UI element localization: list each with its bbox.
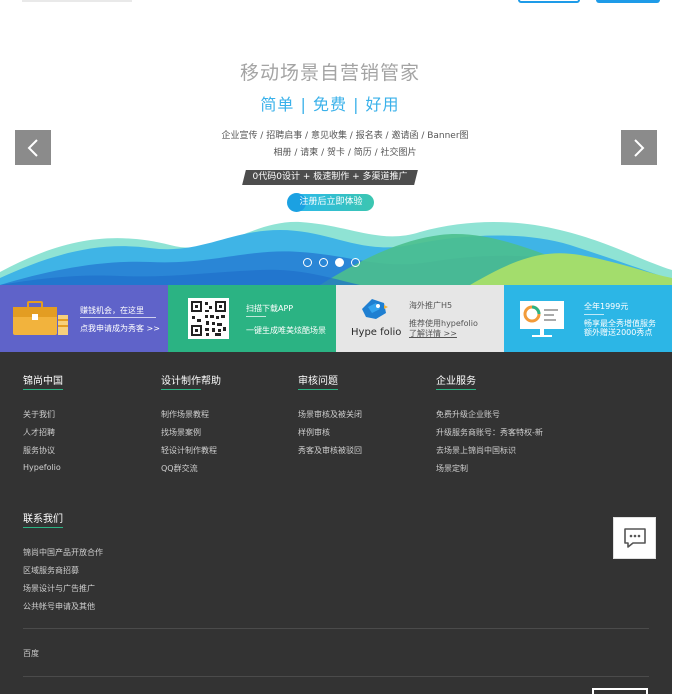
site-footer: 锦尚中国 关于我们 人才招聘 服务协议 Hypefolio 设计制作帮助 制作场… <box>0 352 672 694</box>
carousel-next-button[interactable] <box>621 130 657 165</box>
promo-download-app[interactable]: 扫描下载APP 一键生成唯美炫酷场景 <box>168 285 336 352</box>
footer-link-remove-logo[interactable]: 去场景上锦尚中国标识 <box>436 445 516 456</box>
footer-link-light-design[interactable]: 轻设计制作教程 <box>161 445 217 456</box>
footer-link-about-us[interactable]: 关于我们 <box>23 409 55 420</box>
footer-link-public-account[interactable]: 公共帐号申请及其他 <box>23 601 95 612</box>
chat-bubble-icon <box>623 528 646 548</box>
footer-link-hypefolio[interactable]: Hypefolio <box>23 463 61 472</box>
promo-4-line-1: 全年1999元 <box>584 302 629 311</box>
promo-3-learn-more-link[interactable]: 了解详情 >> <box>409 328 457 339</box>
scrollbar-gutter[interactable] <box>672 0 678 694</box>
footer-link-upgrade-provider[interactable]: 升级服务商账号：秀客特权-新 <box>436 427 543 438</box>
promo-2-line-1: 扫描下载APP <box>246 304 294 313</box>
footer-badge <box>592 688 648 696</box>
footer-link-provider-recruit[interactable]: 区域服务商招募 <box>23 565 79 576</box>
footer-link-qq-group[interactable]: QQ群交流 <box>161 463 198 474</box>
chevron-right-icon <box>634 138 645 157</box>
footer-link-upgrade-enterprise[interactable]: 免费升级企业账号 <box>436 409 500 420</box>
footer-col-about-title: 锦尚中国 <box>23 372 63 390</box>
footer-link-tutorial[interactable]: 制作场景教程 <box>161 409 209 420</box>
hero-banner: 移动场景自营销管家 简单 | 免费 | 好用 企业宣传 / 招聘启事 / 意见收… <box>0 0 672 285</box>
signup-button[interactable] <box>596 0 660 3</box>
promo-4-divider <box>584 314 604 315</box>
carousel-prev-button[interactable] <box>15 130 51 165</box>
promo-1-line-1: 赚钱机会，在这里 <box>80 306 144 315</box>
footer-link-cases[interactable]: 找场景案例 <box>161 427 201 438</box>
footer-link-terms[interactable]: 服务协议 <box>23 445 55 456</box>
promo-3-line-1: 海外推广H5 <box>409 301 453 310</box>
promo-1-line-2: 点我申请成为秀客 >> <box>80 324 160 333</box>
hypefolio-logo-text: Hype folio <box>351 327 402 338</box>
footer-col-enterprise-title: 企业服务 <box>436 372 476 390</box>
chevron-left-icon <box>27 138 38 157</box>
footer-link-design-ads[interactable]: 场景设计与广告推广 <box>23 583 95 594</box>
footer-contact-title: 联系我们 <box>23 510 63 528</box>
promo-annual-plan[interactable]: 全年1999元 畅享最全秀增值服务 额外赠送2000秀点 <box>504 285 672 352</box>
chart-screen-icon <box>520 301 564 337</box>
promo-1-divider <box>80 317 156 318</box>
footer-divider-bottom <box>23 676 649 677</box>
carousel-dot-active[interactable] <box>335 258 344 267</box>
hero-tagline: 0代码0设计 + 极速制作 + 多渠道推广 <box>242 170 418 185</box>
wave-illustration <box>0 221 672 285</box>
promo-2-line-2: 一键生成唯美炫酷场景 <box>246 326 326 335</box>
chat-support-button[interactable] <box>613 517 656 559</box>
footer-link-careers[interactable]: 人才招聘 <box>23 427 55 438</box>
promo-become-xiuke[interactable]: 赚钱机会，在这里 点我申请成为秀客 >> <box>0 285 168 352</box>
footer-col-review-title: 审核问题 <box>298 372 338 390</box>
site-logo[interactable] <box>22 0 132 2</box>
footer-link-open-cooperation[interactable]: 锦尚中国产品开放合作 <box>23 547 103 558</box>
footer-link-review-rejected[interactable]: 秀客及审核被驳回 <box>298 445 362 456</box>
footer-divider <box>23 628 649 629</box>
hero-features-line-1: 企业宣传 / 招聘启事 / 意见收集 / 报名表 / 邀请函 / Banner图 <box>221 131 469 141</box>
qr-code-icon <box>188 298 229 339</box>
footer-link-sample-review[interactable]: 样例审核 <box>298 427 330 438</box>
hypefolio-bird-icon <box>362 299 388 319</box>
hero-features-line-2: 相册 / 请柬 / 贺卡 / 简历 / 社交图片 <box>273 148 417 158</box>
briefcase-icon <box>13 301 68 335</box>
hero-title: 移动场景自营销管家 <box>239 62 420 84</box>
carousel-dot[interactable] <box>303 258 312 267</box>
footer-col-help-title: 设计制作帮助 <box>161 372 221 390</box>
login-button[interactable] <box>518 0 580 3</box>
carousel-dot[interactable] <box>319 258 328 267</box>
promo-4-line-3: 额外赠送2000秀点 <box>584 328 653 337</box>
hero-subtitle: 简单 | 免费 | 好用 <box>260 95 400 114</box>
hero-tagline-text: 0代码0设计 + 极速制作 + 多渠道推广 <box>252 172 408 182</box>
footer-link-review-closed[interactable]: 场景审核及被关闭 <box>298 409 362 420</box>
register-cta-label: 注册后立即体验 <box>299 197 363 207</box>
footer-link-custom-scene[interactable]: 场景定制 <box>436 463 468 474</box>
top-header <box>0 0 672 8</box>
friend-link-baidu[interactable]: 百度 <box>23 648 39 659</box>
carousel-dots <box>303 258 360 267</box>
carousel-dot[interactable] <box>351 258 360 267</box>
promo-hypefolio[interactable]: Hype folio 海外推广H5 推荐使用hypefolio 了解详情 >> <box>336 285 504 352</box>
promo-2-divider <box>246 316 266 317</box>
register-cta-button[interactable]: 注册后立即体验 <box>287 193 374 212</box>
